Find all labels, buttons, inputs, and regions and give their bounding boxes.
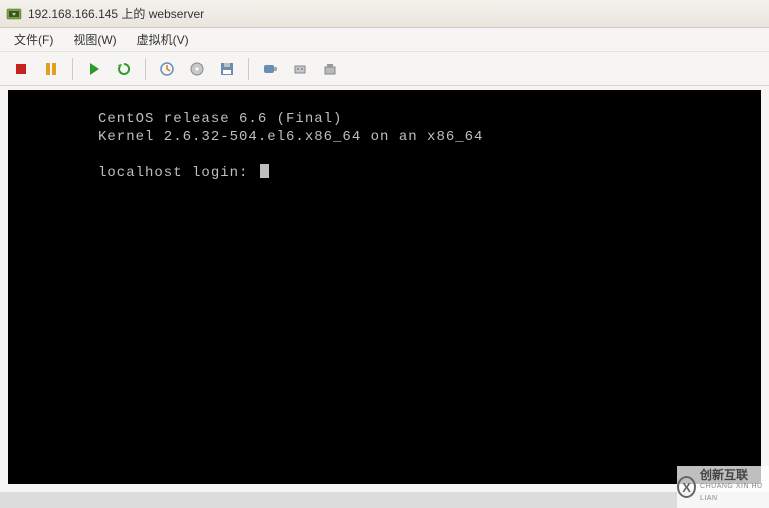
stop-button[interactable] <box>8 56 34 82</box>
settings-button[interactable] <box>317 56 343 82</box>
menu-view[interactable]: 视图(W) <box>69 29 120 50</box>
play-button[interactable] <box>81 56 107 82</box>
toolbar-sep-2 <box>145 58 146 80</box>
floppy-button[interactable] <box>214 56 240 82</box>
nic-button[interactable] <box>287 56 313 82</box>
watermark-cn: 创新互联 <box>700 469 769 481</box>
cursor-icon <box>260 164 269 178</box>
toolbar-sep <box>72 58 73 80</box>
menubar: 文件(F) 视图(W) 虚拟机(V) <box>0 28 769 52</box>
login-prompt: localhost login: <box>98 165 258 181</box>
menu-vm[interactable]: 虚拟机(V) <box>133 29 193 50</box>
vsphere-icon <box>6 6 22 22</box>
snapshot-button[interactable] <box>154 56 180 82</box>
refresh-button[interactable] <box>111 56 137 82</box>
watermark-logo-icon: X <box>677 476 696 498</box>
console-line-1: CentOS release 6.6 (Final) <box>98 111 342 127</box>
console-line-2: Kernel 2.6.32-504.el6.x86_64 on an x86_6… <box>98 129 483 145</box>
pause-button[interactable] <box>38 56 64 82</box>
terminal-console[interactable]: CentOS release 6.6 (Final) Kernel 2.6.32… <box>8 90 761 484</box>
watermark-en: CHUANG XIN HU LIAN <box>700 481 769 505</box>
window-title: 192.168.166.145 上的 webserver <box>28 5 204 22</box>
titlebar: 192.168.166.145 上的 webserver <box>0 0 769 28</box>
vmware-console-window: 192.168.166.145 上的 webserver 文件(F) 视图(W)… <box>0 0 769 492</box>
toolbar <box>0 52 769 86</box>
console-wrap: CentOS release 6.6 (Final) Kernel 2.6.32… <box>0 86 769 492</box>
watermark-text: 创新互联 CHUANG XIN HU LIAN <box>700 469 769 505</box>
watermark: X 创新互联 CHUANG XIN HU LIAN <box>677 466 769 508</box>
menu-file[interactable]: 文件(F) <box>10 29 57 50</box>
toolbar-sep-3 <box>248 58 249 80</box>
cd-button[interactable] <box>184 56 210 82</box>
usb-button[interactable] <box>257 56 283 82</box>
